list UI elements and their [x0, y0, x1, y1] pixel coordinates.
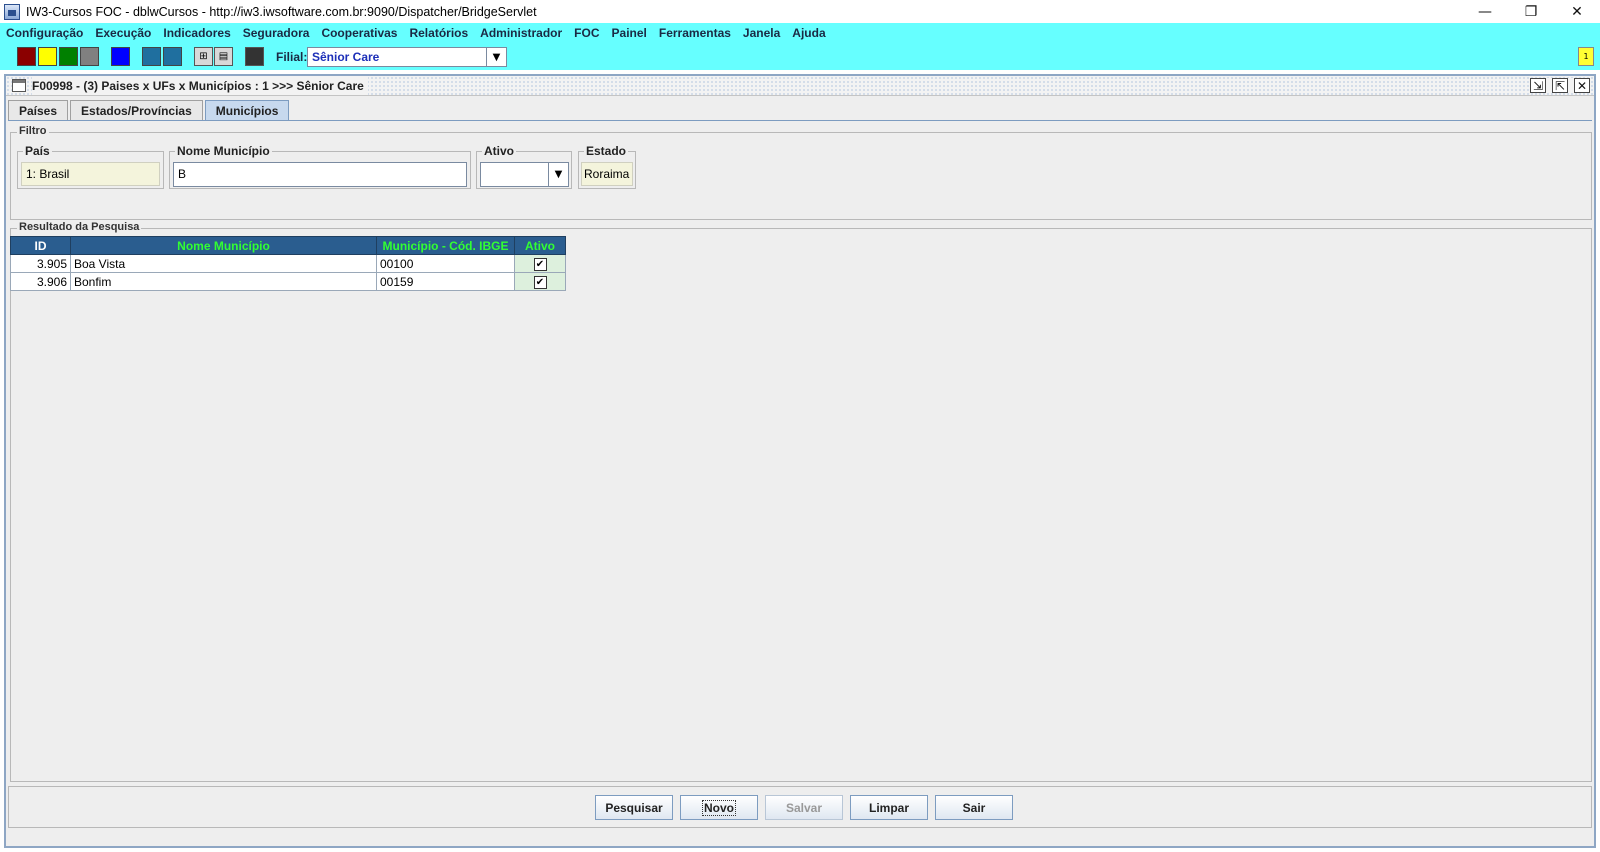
ativo-select[interactable]: ▼	[480, 162, 569, 187]
menu-configuracao[interactable]: Configuração	[0, 26, 89, 40]
table-row[interactable]: 3.905 Boa Vista 00100 ✔	[10, 254, 566, 273]
estado-box: Estado Roraima	[578, 144, 636, 189]
menu-ajuda[interactable]: Ajuda	[786, 26, 831, 40]
menu-relatorios[interactable]: Relatórios	[403, 26, 474, 40]
filial-label: Filial:	[276, 50, 308, 64]
frame-controls: ⇲ ⇱ ✕	[1530, 78, 1590, 93]
cell-id: 3.906	[10, 272, 71, 291]
window-controls: — ❐ ✕	[1462, 0, 1600, 23]
tab-paises[interactable]: Países	[8, 100, 69, 120]
novo-label: Novo	[702, 799, 736, 816]
filter-group: Filtro País 1: Brasil Nome Município B A…	[10, 125, 1592, 220]
menu-toolbar-area: Configuração Execução Indicadores Segura…	[0, 23, 1600, 70]
menu-indicadores[interactable]: Indicadores	[157, 26, 236, 40]
column-header-id[interactable]: ID	[10, 236, 71, 255]
results-group: Resultado da Pesquisa	[10, 221, 1592, 782]
menu-foc[interactable]: FOC	[568, 26, 605, 40]
ativo-checkbox[interactable]: ✔	[533, 275, 547, 289]
results-legend: Resultado da Pesquisa	[17, 221, 142, 233]
filial-select[interactable]: Sênior Care ▼	[307, 47, 507, 67]
menu-cooperativas[interactable]: Cooperativas	[315, 26, 403, 40]
ativo-checkbox[interactable]: ✔	[533, 257, 547, 271]
menu-ferramentas[interactable]: Ferramentas	[653, 26, 737, 40]
button-bar: Pesquisar Novo Salvar Limpar Sair	[8, 786, 1592, 828]
filter-legend: Filtro	[17, 125, 49, 137]
window-titlebar: IW3-Cursos FOC - dblwCursos - http://iw3…	[0, 0, 1600, 23]
novo-button[interactable]: Novo	[680, 795, 758, 820]
color-swatch-darkred[interactable]	[17, 47, 36, 66]
notification-badge[interactable]: 1	[1578, 47, 1594, 66]
results-table: ID Nome Município Município - Cód. IBGE …	[10, 236, 566, 291]
cell-ativo: ✔	[514, 254, 566, 273]
cell-ibge: 00159	[376, 272, 515, 291]
window-title: IW3-Cursos FOC - dblwCursos - http://iw3…	[26, 4, 537, 19]
tab-divider	[8, 120, 1592, 121]
frame-title: F00998 - (3) Paises x UFs x Municípios :…	[32, 77, 368, 95]
color-swatch-blue[interactable]	[111, 47, 130, 66]
tab-estados[interactable]: Estados/Províncias	[70, 100, 203, 120]
filial-value: Sênior Care	[312, 50, 380, 64]
color-swatch-yellow[interactable]	[38, 47, 57, 66]
limpar-button[interactable]: Limpar	[850, 795, 928, 820]
menu-janela[interactable]: Janela	[737, 26, 786, 40]
cell-ativo: ✔	[514, 272, 566, 291]
estado-field: Roraima	[581, 162, 633, 186]
dark-square-icon[interactable]	[245, 47, 264, 66]
maximize-icon[interactable]: ⇱	[1552, 78, 1568, 93]
menu-administrador[interactable]: Administrador	[474, 26, 568, 40]
frame-close-icon[interactable]: ✕	[1574, 78, 1590, 93]
iconify-icon[interactable]: ⇲	[1530, 78, 1546, 93]
frame-window-icon	[12, 79, 26, 92]
app-icon	[4, 3, 20, 20]
minimize-icon[interactable]: —	[1462, 0, 1508, 23]
menu-painel[interactable]: Painel	[606, 26, 653, 40]
ativo-label: Ativo	[482, 144, 516, 158]
chevron-down-icon[interactable]: ▼	[548, 163, 568, 186]
tab-strip: Países Estados/Províncias Municípios	[8, 100, 291, 120]
color-swatch-green[interactable]	[59, 47, 78, 66]
menubar: Configuração Execução Indicadores Segura…	[0, 23, 832, 43]
pais-label: País	[23, 144, 52, 158]
cell-nome: Boa Vista	[70, 254, 377, 273]
toolbar: ⊞ ▤ Filial: Sênior Care ▼ 1	[0, 44, 1600, 68]
frame-titlebar: F00998 - (3) Paises x UFs x Municípios :…	[6, 76, 1594, 96]
cell-id: 3.905	[10, 254, 71, 273]
column-header-ativo[interactable]: Ativo	[514, 236, 566, 255]
chevron-down-icon[interactable]: ▼	[486, 48, 506, 66]
cell-nome: Bonfim	[70, 272, 377, 291]
nome-municipio-box: Nome Município B	[169, 144, 471, 189]
column-header-ibge[interactable]: Município - Cód. IBGE	[376, 236, 515, 255]
internal-frame: F00998 - (3) Paises x UFs x Municípios :…	[4, 74, 1596, 848]
pais-box: País 1: Brasil	[17, 144, 164, 189]
color-swatch-gray[interactable]	[80, 47, 99, 66]
estado-label: Estado	[584, 144, 629, 158]
color-swatch-teal-1[interactable]	[142, 47, 161, 66]
pesquisar-button[interactable]: Pesquisar	[595, 795, 673, 820]
menu-seguradora[interactable]: Seguradora	[237, 26, 316, 40]
nome-municipio-input[interactable]: B	[173, 162, 467, 187]
salvar-button[interactable]: Salvar	[765, 795, 843, 820]
cell-ibge: 00100	[376, 254, 515, 273]
pais-field: 1: Brasil	[21, 162, 160, 186]
close-icon[interactable]: ✕	[1554, 0, 1600, 23]
sair-button[interactable]: Sair	[935, 795, 1013, 820]
restore-icon[interactable]: ❐	[1508, 0, 1554, 23]
column-header-nome[interactable]: Nome Município	[70, 236, 377, 255]
table-header-row: ID Nome Município Município - Cód. IBGE …	[10, 236, 566, 255]
menu-execucao[interactable]: Execução	[89, 26, 157, 40]
color-swatch-teal-2[interactable]	[163, 47, 182, 66]
ativo-box: Ativo ▼	[476, 144, 572, 189]
tree-icon[interactable]: ⊞	[194, 47, 213, 66]
windows-icon[interactable]: ▤	[214, 47, 233, 66]
nome-municipio-label: Nome Município	[175, 144, 272, 158]
table-row[interactable]: 3.906 Bonfim 00159 ✔	[10, 272, 566, 291]
tab-municipios[interactable]: Municípios	[204, 100, 290, 120]
